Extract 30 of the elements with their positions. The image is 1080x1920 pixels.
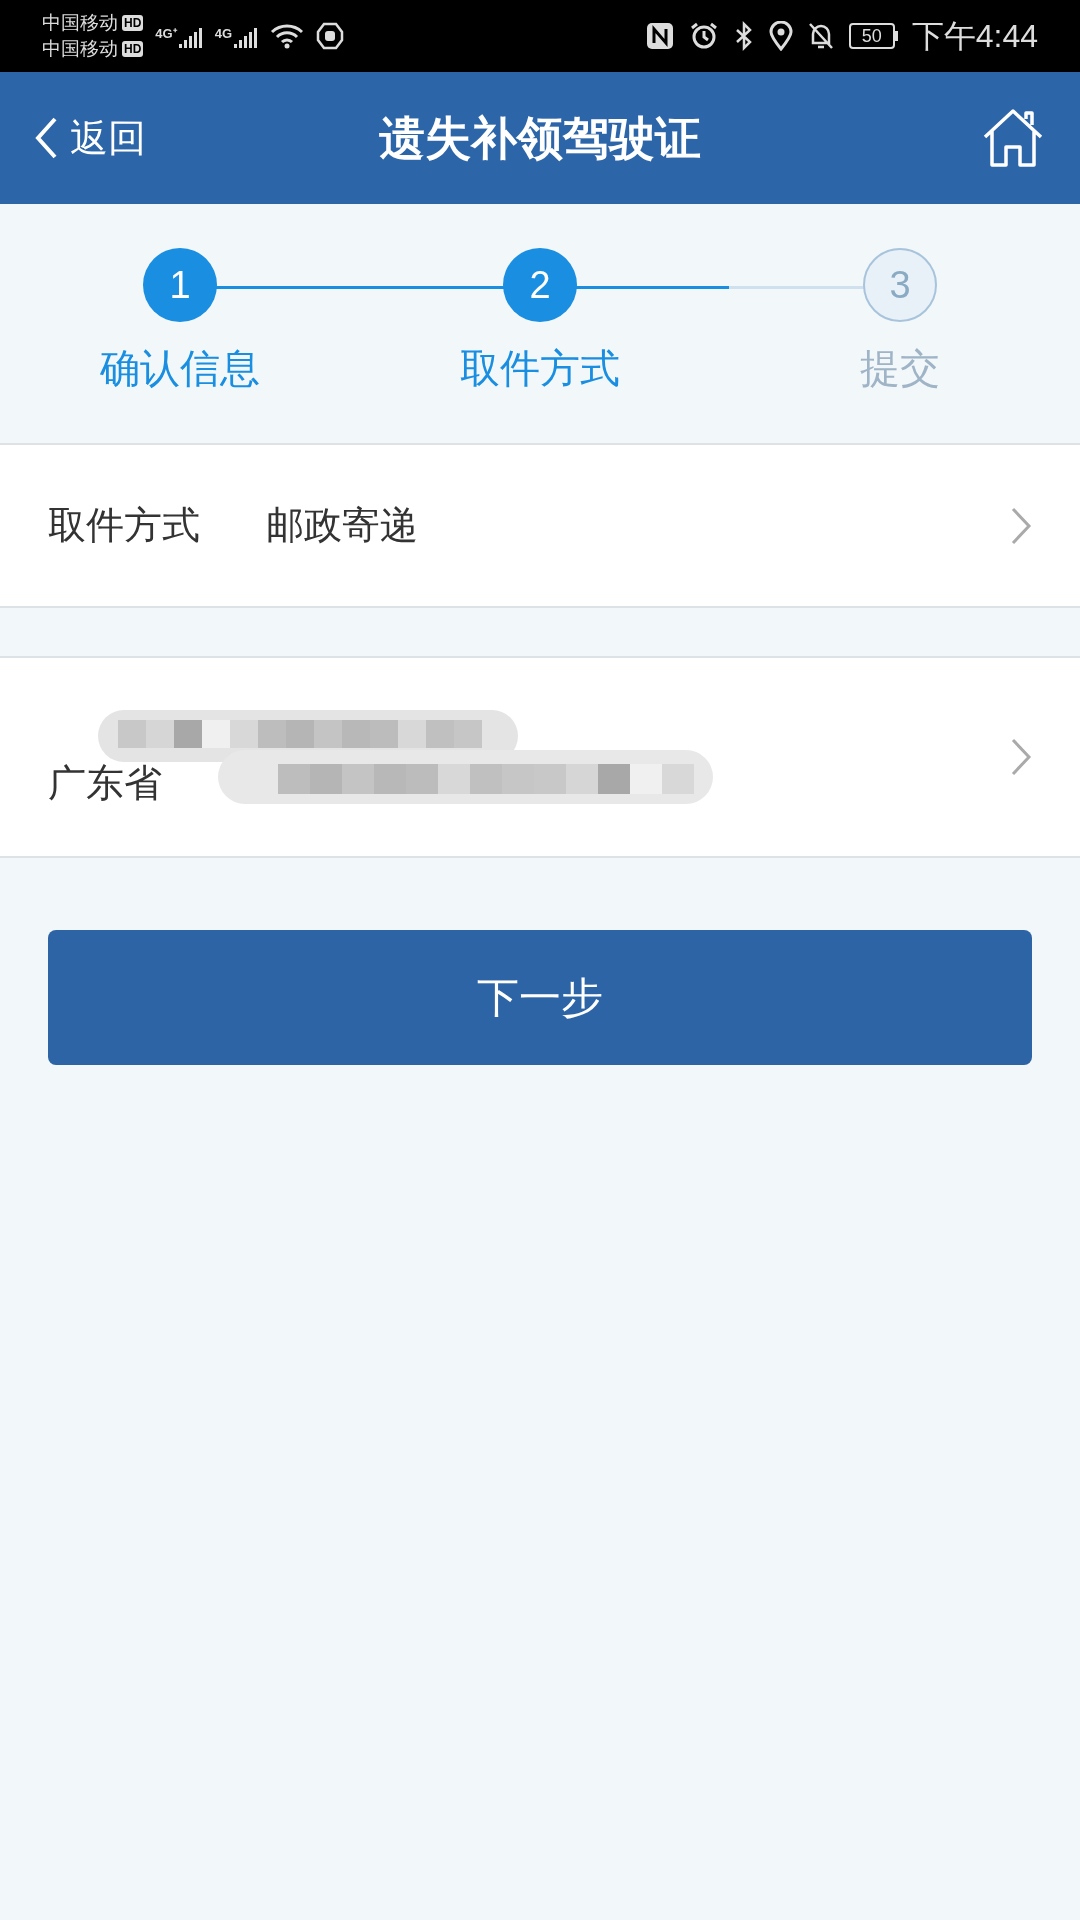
step-number: 2 [503, 248, 577, 322]
alarm-icon [688, 21, 719, 51]
next-step-button[interactable]: 下一步 [48, 930, 1032, 1065]
step-number: 1 [143, 248, 217, 322]
network-type: 4G [214, 25, 233, 43]
row-label: 取件方式 [48, 503, 201, 548]
step-label: 取件方式 [460, 345, 620, 392]
step-label: 提交 [860, 345, 940, 392]
wifi-icon [270, 23, 305, 49]
network-type: 4G⁺ [155, 25, 177, 43]
page-title: 遗失补领驾驶证 [379, 110, 701, 166]
hd-badge: HD [122, 41, 144, 57]
carrier-name: 中国移动 [42, 38, 118, 60]
carrier-name: 中国移动 [42, 12, 118, 34]
chevron-right-icon [1010, 505, 1032, 546]
clock-time: 下午4:44 [911, 17, 1038, 56]
back-button[interactable]: 返回 [34, 109, 146, 167]
row-value: 邮政寄递 [266, 503, 419, 548]
muted-bell-icon [806, 21, 835, 51]
nfc-icon [644, 21, 675, 51]
location-icon [768, 21, 793, 51]
back-chevron-icon [34, 116, 58, 160]
step-label: 确认信息 [100, 345, 260, 392]
address-text: 广东省 [48, 761, 162, 806]
chevron-right-icon [1010, 737, 1032, 777]
step-number: 3 [863, 248, 937, 322]
battery-icon: 50 [848, 23, 898, 49]
address-row[interactable]: 广东省 [0, 658, 1080, 858]
pickup-method-row[interactable]: 取件方式 邮政寄递 [0, 445, 1080, 608]
hd-badge: HD [122, 15, 144, 31]
